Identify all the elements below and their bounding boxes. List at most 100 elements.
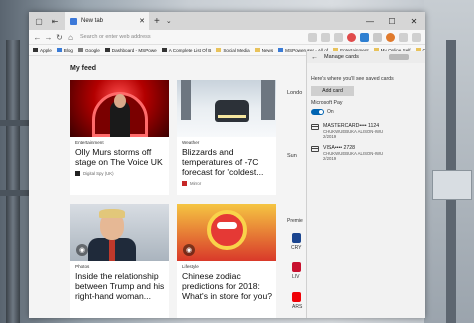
favorite-item[interactable]: A Complete List Of B	[161, 47, 212, 53]
share-icon[interactable]	[399, 32, 408, 42]
credit-card-icon	[311, 146, 319, 152]
new-tab-button[interactable]: +	[154, 16, 160, 27]
tab-preview-icon[interactable]: ▢	[33, 15, 45, 27]
back-icon[interactable]: ←	[32, 33, 43, 42]
site-favicon-icon	[33, 48, 38, 52]
panel-scrollbar[interactable]	[389, 54, 409, 60]
refresh-icon[interactable]: ↻	[54, 33, 65, 42]
address-bar-row: ← → ↻ ⌂ Search or enter web address	[29, 30, 425, 45]
card-title[interactable]: Chinese zodiac predictions for 2018: Wha…	[182, 271, 272, 301]
source-logo-icon	[182, 181, 187, 186]
card-title[interactable]: Inside the relationship between Trump an…	[75, 271, 165, 301]
site-favicon-icon	[161, 48, 167, 52]
tab-title: New tab	[81, 18, 104, 24]
news-image: ◉	[70, 204, 169, 261]
home-icon[interactable]: ⌂	[65, 33, 76, 42]
favorite-label: Apple	[40, 47, 52, 53]
news-card[interactable]: Entertainment Olly Murs storms off stage…	[70, 80, 169, 195]
team-label: ARS	[292, 304, 303, 310]
chevron-down-icon[interactable]: ⌄	[166, 17, 172, 25]
team-crest-icon	[292, 292, 301, 302]
card-category: Weather	[182, 140, 200, 145]
set-aside-tabs-icon[interactable]: ⇤	[49, 15, 61, 27]
folder-icon	[216, 48, 222, 52]
site-favicon-icon	[278, 48, 284, 52]
news-card[interactable]: ◉ Photos Inside the relationship between…	[70, 204, 169, 318]
card-source: Digital Spy (UK)	[75, 171, 169, 176]
favorite-label: Dashboard - MSPowe	[111, 47, 157, 53]
folder-icon	[254, 48, 260, 52]
panel-description: Here's where you'll see saved cards	[311, 76, 394, 82]
team-label: CRY	[291, 245, 302, 251]
background-bar	[0, 120, 30, 126]
weather-city: Londo	[287, 90, 303, 96]
favorite-label: Blog	[63, 47, 73, 53]
news-card[interactable]: ◉ Lifestyle Chinese zodiac predictions f…	[177, 204, 276, 318]
saved-card[interactable]: MASTERCARD•••• 1124 CHUKWUEBUKA ALISON-I…	[311, 123, 425, 139]
maximize-button[interactable]: ☐	[381, 12, 403, 30]
manage-cards-panel: ← Manage cards Here's where you'll see s…	[306, 51, 425, 318]
panel-title: Manage cards	[324, 54, 359, 60]
site-favicon-icon	[77, 48, 83, 52]
news-card[interactable]: Weather Blizzards and temperatures of -7…	[177, 80, 276, 195]
saved-card[interactable]: VISA•••• 2728 CHUKWUEBUKA ALISON-IWU 2/2…	[311, 145, 425, 161]
camera-icon: ◉	[183, 244, 195, 256]
forward-icon[interactable]: →	[43, 33, 54, 42]
favorite-star-icon[interactable]	[321, 32, 330, 42]
card-title[interactable]: Blizzards and temperatures of -7C foreca…	[182, 147, 272, 177]
favorite-label: News	[261, 47, 274, 53]
address-input[interactable]: Search or enter web address	[80, 32, 280, 43]
extension-lastpass-icon[interactable]	[347, 32, 356, 42]
credit-card-icon	[311, 124, 319, 130]
close-tab-icon[interactable]: ✕	[139, 17, 145, 25]
news-image	[177, 80, 276, 137]
extension-icon[interactable]	[360, 32, 369, 42]
reading-view-icon[interactable]	[308, 32, 317, 42]
extension-pocket-icon[interactable]	[386, 32, 395, 42]
tab-bar: ▢ ⇤ New tab ✕ + ⌄ — ☐ ✕	[29, 12, 425, 30]
more-menu-icon[interactable]	[412, 32, 421, 42]
favorite-item[interactable]: Social Media	[216, 48, 250, 53]
panel-header: ← Manage cards	[307, 51, 425, 63]
minimize-button[interactable]: —	[359, 12, 381, 30]
feed-header: My feed	[70, 65, 97, 72]
background-post	[6, 40, 20, 323]
news-image: ◉	[177, 204, 276, 261]
card-source: Mirror	[182, 181, 276, 186]
card-category: Lifestyle	[182, 264, 199, 269]
site-favicon-icon	[104, 48, 110, 52]
tab-new-tab[interactable]: New tab ✕	[65, 12, 149, 30]
favorite-item[interactable]: Apple	[33, 48, 52, 53]
favorite-label: Google	[84, 47, 100, 53]
toggle-state-label: On	[327, 109, 334, 115]
microsoft-pay-label: Microsoft Pay	[311, 100, 343, 106]
add-card-button[interactable]: Add card	[311, 86, 354, 96]
back-arrow-icon[interactable]: ←	[311, 54, 318, 61]
card-category: Photos	[75, 264, 90, 269]
card-title[interactable]: Olly Murs storms off stage on The Voice …	[75, 147, 165, 167]
team-crest-icon	[292, 233, 301, 243]
microsoft-pay-toggle[interactable]: On	[311, 109, 425, 115]
favorite-item[interactable]: Blog	[56, 47, 73, 53]
card-expiry: 2/2019	[323, 134, 337, 139]
news-image	[70, 80, 169, 137]
team-crest-icon	[292, 262, 301, 272]
site-favicon-icon	[56, 48, 62, 52]
edge-tab-icon	[70, 17, 77, 25]
favorite-item[interactable]: News	[254, 47, 274, 53]
toggle-switch[interactable]	[311, 109, 324, 115]
favorite-item[interactable]: Dashboard - MSPowe	[104, 47, 157, 53]
favorites-hub-icon[interactable]	[334, 32, 343, 42]
browser-window: ▢ ⇤ New tab ✕ + ⌄ — ☐ ✕ ← → ↻ ⌂ Search o…	[29, 12, 425, 318]
camera-icon: ◉	[76, 244, 88, 256]
premier-league-label: Premie	[287, 218, 303, 224]
team-label: LIV	[292, 274, 300, 280]
favorite-item[interactable]: Google	[77, 47, 100, 53]
source-logo-icon	[75, 171, 80, 176]
card-category: Entertainment	[75, 140, 104, 145]
background-bar	[0, 190, 30, 196]
card-expiry: 2/2019	[323, 156, 337, 161]
close-window-button[interactable]: ✕	[403, 12, 425, 30]
favorite-label: A Complete List Of B	[168, 47, 212, 53]
extension-icon[interactable]	[373, 32, 382, 42]
